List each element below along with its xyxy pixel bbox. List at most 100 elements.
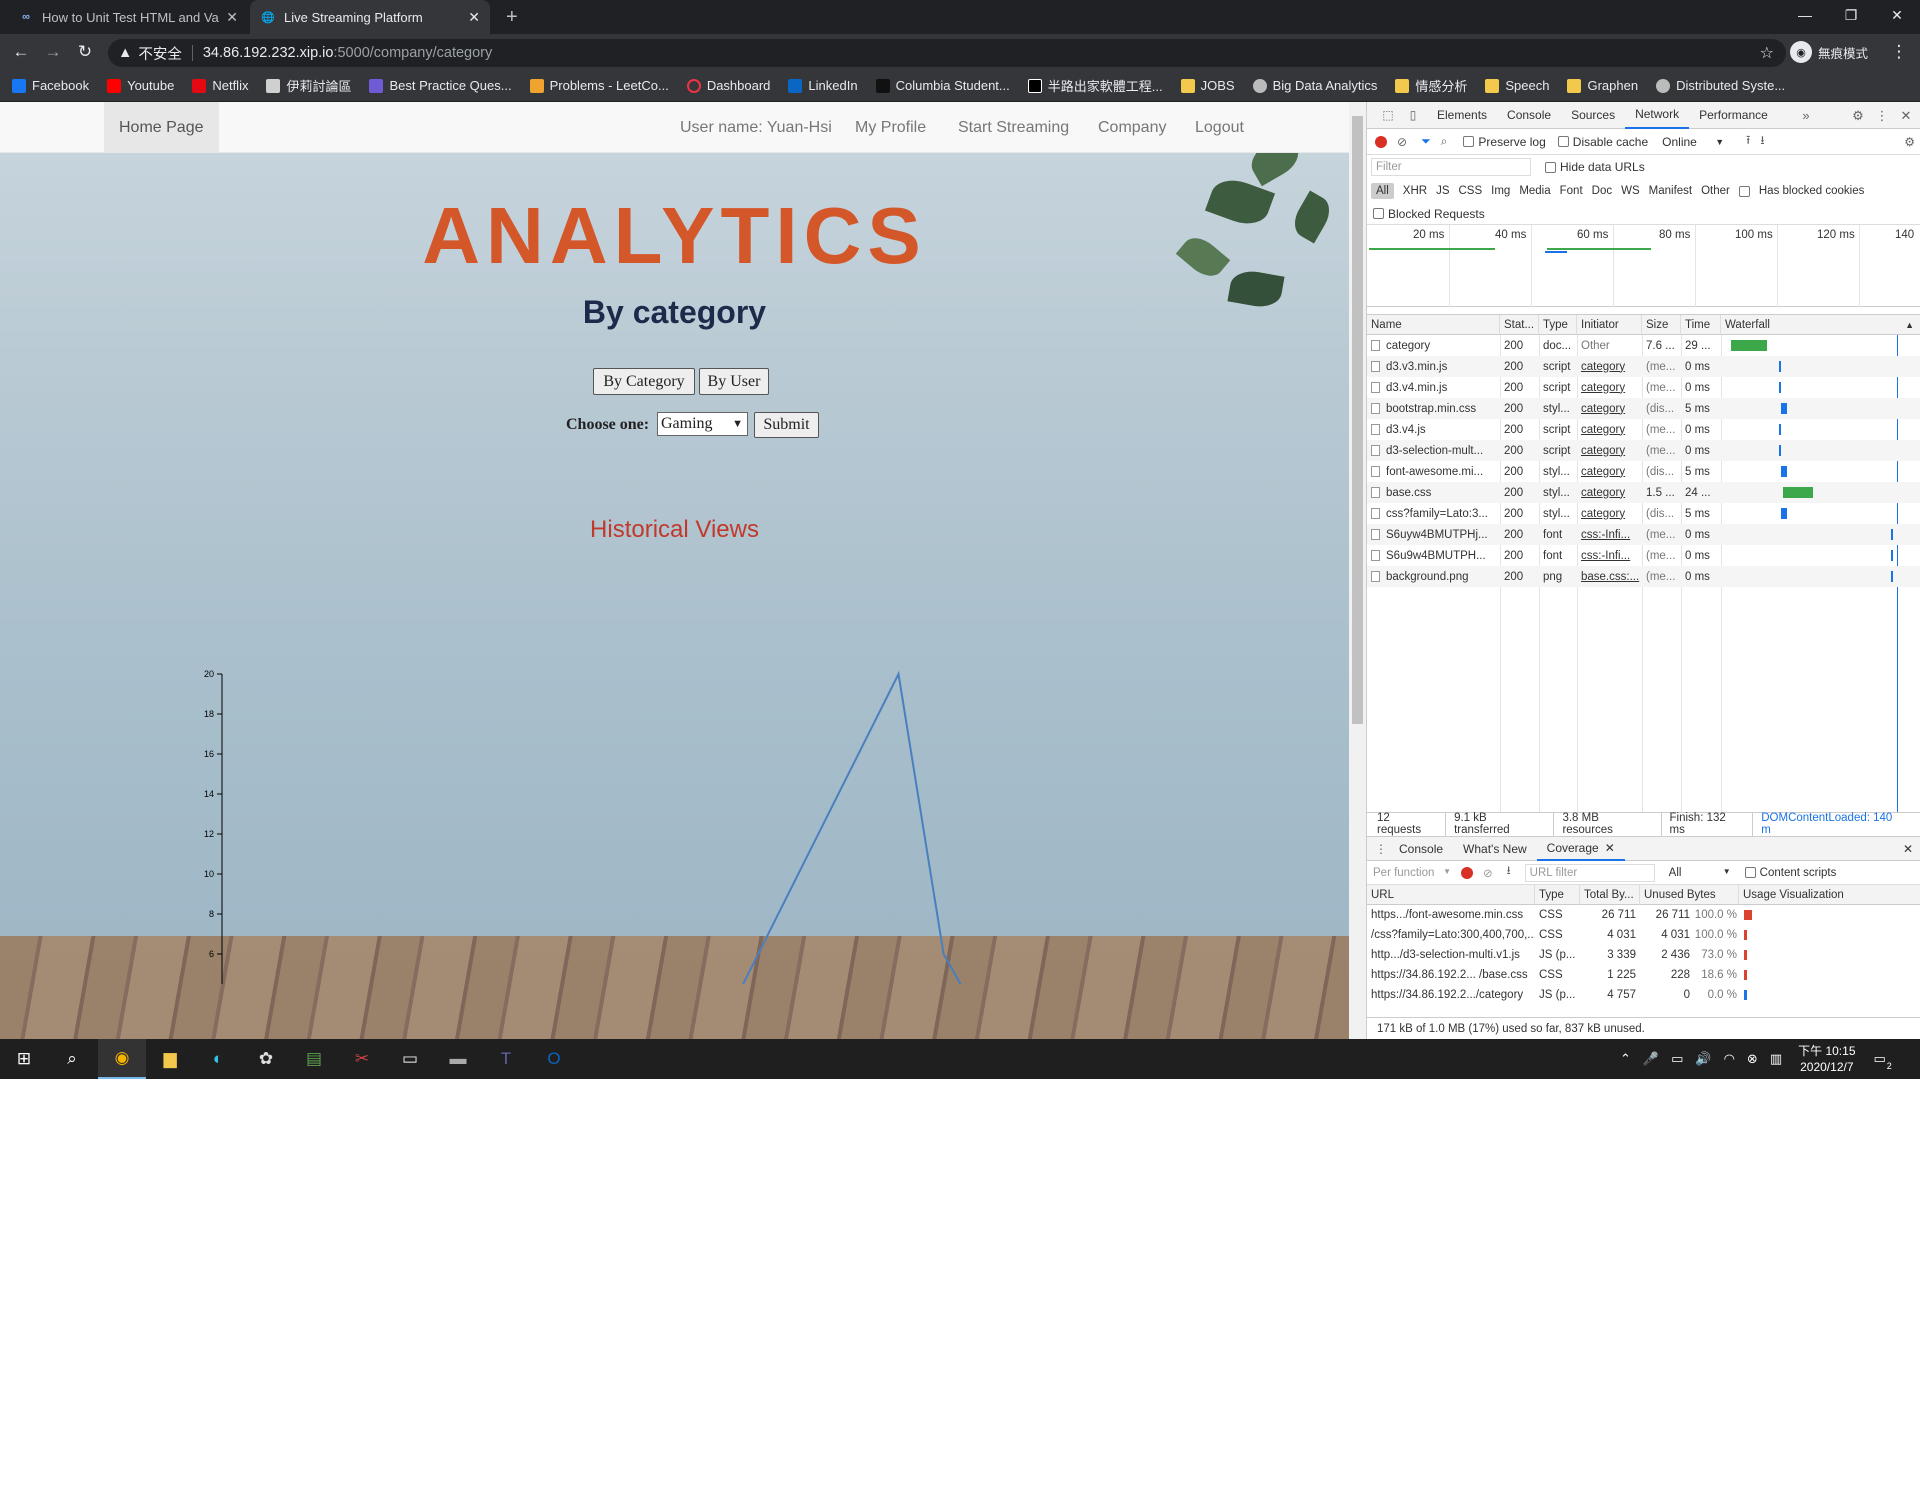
cov-col-visualization[interactable]: Usage Visualization	[1739, 885, 1920, 905]
type-media[interactable]: Media	[1519, 185, 1550, 197]
wifi-icon[interactable]: ◠	[1724, 1051, 1735, 1067]
hide-data-urls-checkbox[interactable]: Hide data URLs	[1545, 160, 1645, 174]
request-row[interactable]: d3.v4.js 200 script category (me... 0 ms	[1367, 419, 1920, 440]
export-icon[interactable]: ⭳	[1507, 863, 1511, 882]
nav-my-profile[interactable]: My Profile	[855, 102, 926, 153]
record-icon[interactable]	[1461, 866, 1473, 879]
import-har-icon[interactable]: ⭱	[1746, 131, 1750, 152]
close-tab-icon[interactable]: ✕	[226, 9, 238, 26]
col-status[interactable]: Stat...	[1500, 315, 1539, 335]
bookmark-youtube[interactable]: Youtube	[107, 78, 174, 93]
chrome-icon[interactable]: ◉	[98, 1039, 146, 1079]
clear-icon[interactable]: ⊘	[1483, 866, 1493, 880]
drawer-tab-console[interactable]: Console	[1389, 837, 1453, 861]
col-type[interactable]: Type	[1539, 315, 1577, 335]
type-css[interactable]: CSS	[1458, 185, 1482, 197]
request-row[interactable]: css?family=Lato:3... 200 styl... category (d…	[1367, 503, 1920, 524]
filter-icon[interactable]: ⏷	[1421, 134, 1431, 149]
type-other[interactable]: Other	[1701, 185, 1730, 197]
export-har-icon[interactable]: ⭳	[1760, 131, 1764, 152]
coverage-row[interactable]: /css?family=Lato:300,400,700,... CSS 4 031…	[1367, 925, 1920, 945]
url-filter-input[interactable]: URL filter	[1524, 863, 1655, 882]
settings-gear-icon[interactable]: ⚙	[1847, 102, 1869, 129]
request-initiator[interactable]: css:-Infi...	[1581, 550, 1630, 562]
menu-icon[interactable]: ⋮	[1888, 41, 1910, 63]
bookmark-netflix[interactable]: Netflix	[192, 78, 248, 93]
type-all[interactable]: All	[1371, 183, 1394, 199]
col-waterfall[interactable]: Waterfall ▲	[1721, 315, 1920, 335]
request-row[interactable]: base.css 200 styl... category 1.5 ... 24 ...	[1367, 482, 1920, 503]
file-explorer-icon[interactable]: ▆	[146, 1039, 194, 1079]
back-icon[interactable]: ←	[10, 41, 32, 63]
page-scrollbar[interactable]	[1349, 102, 1366, 1039]
bookmark-jobs[interactable]: JOBS	[1180, 78, 1235, 93]
nav-company[interactable]: Company	[1098, 102, 1166, 153]
search-icon[interactable]: ⌕	[1441, 134, 1448, 149]
request-initiator[interactable]: category	[1581, 361, 1625, 373]
reload-icon[interactable]: ↻	[74, 41, 96, 63]
ime-icon[interactable]: ▥	[1770, 1051, 1782, 1067]
request-row[interactable]: bootstrap.min.css 200 styl... category (dis.…	[1367, 398, 1920, 419]
close-devtools-icon[interactable]: ✕	[1895, 102, 1917, 129]
cov-col-unused[interactable]: Unused Bytes	[1640, 885, 1739, 905]
snipping-tool-icon[interactable]: ✂	[338, 1039, 386, 1079]
request-row[interactable]: category 200 doc... Other 7.6 ... 29 ...	[1367, 335, 1920, 356]
by-category-button[interactable]: By Category	[593, 368, 695, 395]
request-initiator[interactable]: category	[1581, 445, 1625, 457]
coverage-row[interactable]: https://34.86.192.2... /base.css CSS 1 225…	[1367, 965, 1920, 985]
bookmark-engineer[interactable]: 半路出家軟體工程...	[1027, 76, 1163, 95]
bookmark-facebook[interactable]: Facebook	[12, 78, 89, 93]
bookmark-distributed[interactable]: Distributed Syste...	[1656, 78, 1785, 93]
tab-elements[interactable]: Elements	[1427, 102, 1497, 129]
request-initiator[interactable]: Other	[1581, 340, 1610, 352]
clear-icon[interactable]: ⊘	[1397, 135, 1407, 149]
request-row[interactable]: S6uyw4BMUTPHj... 200 font css:-Infi... (me..…	[1367, 524, 1920, 545]
type-ws[interactable]: WS	[1621, 185, 1640, 197]
battery-icon[interactable]: ▭	[1671, 1051, 1683, 1067]
close-window-icon[interactable]: ✕	[1874, 0, 1920, 30]
request-row[interactable]: S6u9w4BMUTPH... 200 font css:-Infi... (me...…	[1367, 545, 1920, 566]
bookmark-linkedin[interactable]: LinkedIn	[788, 78, 858, 93]
type-img[interactable]: Img	[1491, 185, 1510, 197]
close-tab-icon[interactable]: ✕	[468, 9, 480, 26]
network-settings-icon[interactable]: ⚙	[1904, 135, 1915, 149]
type-js[interactable]: JS	[1436, 185, 1449, 197]
microphone-icon[interactable]: 🎤	[1643, 1051, 1659, 1067]
network-overview-timeline[interactable]: 20 ms 40 ms 60 ms 80 ms 100 ms 120 ms 14…	[1367, 225, 1920, 307]
request-row[interactable]: background.png 200 png base.css:... (me... 0 …	[1367, 566, 1920, 587]
bookmark-best-practice[interactable]: Best Practice Ques...	[369, 78, 512, 93]
bookmark-graphen[interactable]: Graphen	[1567, 78, 1638, 93]
cov-col-type[interactable]: Type	[1535, 885, 1580, 905]
kebab-menu-icon[interactable]: ⋮	[1871, 102, 1893, 129]
request-row[interactable]: d3.v4.min.js 200 script category (me... 0 ms	[1367, 377, 1920, 398]
drawer-tab-whats-new[interactable]: What's New	[1453, 837, 1537, 861]
windows-start-icon[interactable]: ⊞	[0, 1039, 48, 1079]
col-initiator[interactable]: Initiator	[1577, 315, 1642, 335]
bookmark-speech[interactable]: Speech	[1485, 78, 1549, 93]
type-doc[interactable]: Doc	[1592, 185, 1612, 197]
bookmark-eyny[interactable]: 伊莉討論區	[266, 76, 351, 95]
edge-icon[interactable]: ◐	[194, 1039, 242, 1079]
address-bar[interactable]: ▲ 不安全 34.86.192.232.xip.io :5000/company…	[108, 39, 1786, 67]
has-blocked-cookies-checkbox[interactable]: Has blocked cookies	[1738, 185, 1873, 197]
type-manifest[interactable]: Manifest	[1649, 185, 1692, 197]
device-toolbar-icon[interactable]: ▯	[1399, 108, 1427, 122]
teams-icon[interactable]: T	[482, 1039, 530, 1079]
col-size[interactable]: Size	[1642, 315, 1681, 335]
tab-network[interactable]: Network	[1625, 102, 1690, 129]
new-tab-icon[interactable]: +	[496, 0, 526, 34]
type-xhr[interactable]: XHR	[1403, 185, 1427, 197]
scrollbar-thumb[interactable]	[1352, 116, 1363, 724]
coverage-type-select[interactable]: All ▼	[1669, 867, 1731, 879]
filter-input[interactable]: Filter	[1371, 158, 1531, 176]
forward-icon[interactable]: →	[42, 41, 64, 63]
col-name[interactable]: Name	[1367, 315, 1500, 335]
minimize-icon[interactable]: —	[1782, 0, 1828, 30]
request-initiator[interactable]: category	[1581, 508, 1625, 520]
request-initiator[interactable]: category	[1581, 466, 1625, 478]
restore-icon[interactable]: ❐	[1828, 0, 1874, 30]
coverage-mode-select[interactable]: Per function ▼	[1373, 867, 1451, 879]
volume-icon[interactable]: 🔊	[1695, 1051, 1711, 1067]
drawer-menu-icon[interactable]: ⋮	[1375, 842, 1389, 856]
drawer-tab-coverage[interactable]: Coverage ✕	[1536, 837, 1625, 861]
